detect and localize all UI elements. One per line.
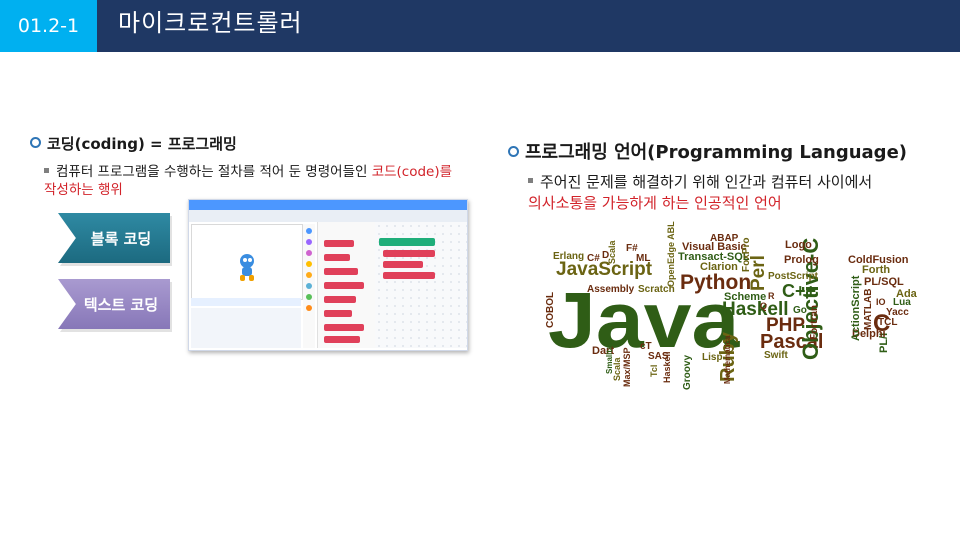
language-desc-line2: 의사소통을 가능하게 하는 인공적인 언어 — [528, 194, 782, 212]
word-cloud-term: Fortran — [809, 305, 820, 340]
block-coding-label: 블록 코딩 — [58, 213, 170, 263]
word-cloud-term: Yacc — [886, 307, 909, 318]
word-cloud-term: Scala — [612, 357, 622, 381]
word-cloud-term: FoxPro — [741, 237, 752, 272]
word-cloud-term: PostScript — [768, 271, 819, 282]
ring-bullet-icon — [508, 145, 519, 157]
word-cloud-term: Clarion — [700, 261, 738, 273]
word-cloud-term: JavaScript — [556, 259, 653, 280]
word-cloud-term: Delphi — [852, 328, 886, 340]
word-cloud-term: Swift — [764, 350, 788, 361]
word-cloud-term: Scheme — [724, 291, 767, 303]
page-title: 마이크로컨트롤러 — [118, 9, 303, 37]
word-cloud-term: ColdFusion — [848, 254, 909, 266]
word-cloud-term: Dart — [592, 345, 615, 357]
coding-desc-line1: 컴퓨터 프로그램을 수행하는 절차를 적어 둔 명령어들인 — [56, 164, 372, 180]
word-cloud-term: Erlang — [553, 251, 585, 262]
word-cloud-term: Lisp — [702, 352, 723, 363]
word-cloud-term: OpenEdge ABL — [666, 221, 676, 287]
language-heading-text: 프로그래밍 언어(Programming Language) — [525, 142, 907, 163]
sprite-character-icon — [240, 254, 254, 281]
code-area — [375, 222, 467, 348]
word-cloud-term: Visual Basic — [682, 241, 747, 253]
word-cloud-term: Haskell — [722, 299, 789, 320]
word-cloud-term: IO — [876, 297, 886, 307]
word-cloud-term: Scala — [607, 240, 617, 264]
stage-controls — [191, 298, 301, 306]
coding-heading: 코딩(coding) = 프로그래밍 — [30, 133, 237, 154]
word-cloud-term: Q — [760, 301, 768, 311]
language-desc-line1: 주어진 문제를 해결하기 위해 인간과 컴퓨터 사이에서 — [540, 173, 873, 191]
word-cloud-term: Logo — [785, 239, 812, 251]
coding-description: 컴퓨터 프로그램을 수행하는 절차를 적어 둔 명령어들인 코드(code)를 … — [44, 163, 474, 199]
category-list — [303, 224, 315, 348]
word-cloud-term: Ada — [896, 288, 917, 300]
word-cloud-term: Prolog — [784, 254, 819, 266]
word-cloud-term: Mathematica — [723, 335, 732, 384]
word-cloud-term: Assembly — [587, 284, 635, 295]
word-cloud-term: Max/MSP — [622, 347, 632, 387]
word-cloud-term: PHP — [766, 315, 806, 336]
block-editor-screenshot — [188, 199, 468, 351]
word-cloud-term: Groovy — [682, 354, 693, 390]
square-bullet-icon — [528, 178, 533, 183]
block-coding-text: 블록 코딩 — [90, 229, 152, 248]
word-cloud-term: Go — [793, 305, 807, 316]
word-cloud-term: Python — [680, 271, 752, 294]
word-cloud-term: Scratch — [638, 284, 675, 295]
word-cloud-term: ActionScript — [850, 275, 862, 341]
language-word-cloud: Java JavaScript Python Haskell PHP Pascal Ruby… — [0, 0, 960, 540]
word-cloud-term: ML — [636, 253, 651, 264]
word-cloud-term: C++ — [782, 281, 817, 301]
word-cloud-term: ABAP — [710, 233, 739, 244]
title-bar: 01.2-1 마이크로컨트롤러 — [0, 0, 960, 52]
word-cloud-term: cT — [640, 341, 652, 352]
language-description: 주어진 문제를 해결하기 위해 인간과 컴퓨터 사이에서 의사소통을 가능하게 … — [528, 172, 948, 214]
ring-bullet-icon — [30, 137, 41, 148]
editor-menubar — [189, 200, 467, 210]
editor-tabs — [189, 210, 467, 222]
word-cloud-term: Transact-SQL — [678, 251, 750, 263]
word-cloud-term: PL/SQL — [864, 276, 904, 288]
text-coding-label: 텍스트 코딩 — [58, 279, 170, 329]
word-cloud-term: PL/I — [878, 332, 890, 353]
coding-desc-line2: 작성하는 행위 — [44, 182, 123, 198]
word-cloud-term: Perl — [748, 255, 769, 291]
word-cloud-term: SAS — [648, 351, 669, 362]
word-cloud-term: D — [602, 250, 610, 261]
text-coding-text: 텍스트 코딩 — [83, 295, 159, 314]
sprite-panel — [191, 308, 301, 348]
coding-heading-text: 코딩(coding) = 프로그래밍 — [47, 135, 237, 153]
section-number: 01.2-1 — [0, 0, 97, 52]
word-cloud-term: R — [768, 291, 775, 301]
block-palette — [317, 222, 376, 348]
word-cloud-term: Forth — [862, 264, 891, 276]
word-cloud-term: C# — [587, 253, 600, 264]
editor-stage — [191, 224, 303, 300]
word-cloud-term: Pascal — [760, 331, 824, 353]
square-bullet-icon — [44, 167, 49, 173]
word-cloud-term: Haskell — [662, 351, 672, 383]
word-cloud-term: MATLAB — [863, 288, 874, 330]
coding-desc-highlight: 코드(code)를 — [371, 164, 453, 180]
word-cloud-term: Objective-C — [798, 237, 823, 360]
language-heading: 프로그래밍 언어(Programming Language) — [508, 138, 907, 164]
word-cloud-term: F# — [626, 243, 638, 254]
word-cloud-term: Tcl — [649, 364, 659, 377]
word-cloud-term: Smalltalk — [605, 338, 614, 374]
word-cloud-term: Java — [548, 276, 740, 365]
word-cloud-term: Lua — [893, 297, 911, 308]
word-cloud-term: Ruby — [717, 332, 739, 382]
word-cloud-term: COBOL — [545, 291, 556, 328]
word-cloud-term: C — [873, 310, 891, 337]
word-cloud-term: TCL — [878, 317, 898, 328]
